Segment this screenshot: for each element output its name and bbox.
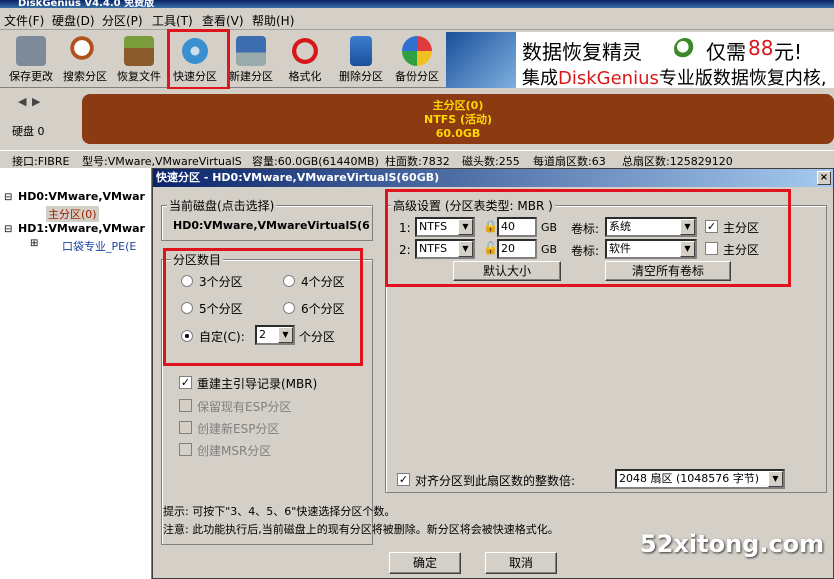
save-changes-button[interactable]: 保存更改 [4,32,58,86]
menu-partition[interactable]: 分区(P) [102,12,143,29]
backup-pie-icon [402,36,432,66]
warning-text: 注意: 此功能执行后,当前磁盘上的现有分区将被删除。新分区将会被快速格式化。 [163,523,559,536]
info-sectors: 每道扇区数:63 [533,155,606,168]
highlight-advanced-settings [385,189,791,287]
tree-disk-hd0[interactable]: HD0:VMware,VMwar [18,190,145,203]
collapse-icon[interactable]: ⊟ [4,192,12,203]
align-checkbox[interactable]: ✓ [397,473,410,486]
banner-price: 88 [748,36,774,60]
banner-brand: DiskGenius [558,68,659,88]
magnifier-icon [674,38,696,60]
disk-label: 硬盘 0 [12,125,45,138]
quick-partition-dialog: 快速分区 - HD0:VMware,VMwareVirtualS(60GB) ×… [152,168,834,579]
tree-partition-pe[interactable]: 口袋专业_PE(E [62,238,136,254]
rebuild-mbr-checkbox[interactable]: ✓ [179,376,192,389]
save-icon [16,36,46,66]
recover-files-button[interactable]: 恢复文件 [112,32,166,86]
align-label: 对齐分区到此扇区数的整数倍: [415,474,576,488]
info-heads: 磁头数:255 [462,155,520,168]
site-watermark: 52xitong.com [640,530,825,558]
disk-info-bar: 接口:FIBRE 型号:VMware,VMwareVirtualS 容量:60.… [0,150,834,168]
menu-disk[interactable]: 硬盘(D) [52,12,95,29]
new-partition-laptop-icon [236,36,266,66]
banner-unit: 元! [774,40,803,64]
new-esp-label: 创建新ESP分区 [197,422,280,436]
collapse-icon[interactable]: ⊟ [4,224,12,235]
partition-size: 60.0GB [435,127,481,140]
nav-right-icon[interactable]: ▶ [32,95,40,108]
tree-disk-hd1[interactable]: HD1:VMware,VMwar [18,222,145,235]
info-total-sectors: 总扇区数:125829120 [622,155,733,168]
banner-integrate: 集成 [522,68,558,88]
nav-left-icon[interactable]: ◀ [18,95,26,108]
partition-fs: NTFS (活动) [423,113,493,126]
keep-esp-label: 保留现有ESP分区 [197,400,292,414]
ok-button[interactable]: 确定 [389,552,461,574]
banner-subtitle: 专业版数据恢复内核, [658,68,827,88]
search-partition-button[interactable]: 搜索分区 [58,32,112,86]
highlight-partition-count [163,248,363,366]
dialog-title: 快速分区 - HD0:VMware,VMwareVirtualS(60GB) × [153,169,833,187]
format-button[interactable]: 格式化 [278,32,332,86]
menu-view[interactable]: 查看(V) [202,12,244,29]
ad-banner[interactable]: 数据恢复精灵 仅需 88 元! 集成DiskGenius专业版数据恢复内核, [446,32,834,88]
new-msr-checkbox[interactable] [179,443,192,456]
disk-tree: ⊟ HD0:VMware,VMwar 主分区(0) ⊟ HD1:VMware,V… [0,168,152,579]
menu-tools[interactable]: 工具(T) [152,12,193,29]
partition-block[interactable]: 主分区(0) NTFS (活动) 60.0GB [82,94,834,144]
delete-partition-button[interactable]: 删除分区 [334,32,388,86]
expand-icon[interactable]: ⊞ [30,238,38,249]
menu-file[interactable]: 文件(F) [4,12,44,29]
banner-title: 数据恢复精灵 [522,40,642,64]
current-disk-selector[interactable]: HD0:VMware,VMwareVirtualS(6 [173,219,369,232]
info-model: 型号:VMware,VMwareVirtualS [82,155,242,168]
window-title: DiskGenius V4.4.0 免费版 [0,0,834,8]
menu-bar: 文件(F) 硬盘(D) 分区(P) 工具(T) 查看(V) 帮助(H) [0,8,834,30]
magnifier-icon [70,36,100,66]
format-icon [290,36,320,66]
recover-box-icon [124,36,154,66]
rebuild-mbr-label: 重建主引导记录(MBR) [197,377,318,391]
menu-help[interactable]: 帮助(H) [252,12,294,29]
new-msr-label: 创建MSR分区 [197,444,272,458]
cancel-button[interactable]: 取消 [485,552,557,574]
new-esp-checkbox[interactable] [179,421,192,434]
chevron-down-icon: ▼ [768,471,783,487]
current-disk-label: 当前磁盘(点击选择) [167,197,277,214]
usb-drive-icon [446,32,516,88]
info-cylinders: 柱面数:7832 [385,155,450,168]
partition-name: 主分区(0) [432,99,484,112]
banner-only: 仅需 [706,40,746,64]
hint-text: 提示: 可按下"3、4、5、6"快速选择分区个数。 [163,505,396,518]
tree-partition-0[interactable]: 主分区(0) [46,206,99,222]
info-interface: 接口:FIBRE [12,155,70,168]
trash-icon [350,36,372,66]
backup-partition-button[interactable]: 备份分区 [390,32,444,86]
keep-esp-checkbox[interactable] [179,399,192,412]
highlight-quick-partition [167,29,230,90]
close-icon[interactable]: × [817,171,831,185]
info-capacity: 容量:60.0GB(61440MB) [252,155,379,168]
align-select[interactable]: 2048 扇区 (1048576 字节) ▼ [615,469,785,489]
new-partition-button[interactable]: 新建分区 [224,32,278,86]
